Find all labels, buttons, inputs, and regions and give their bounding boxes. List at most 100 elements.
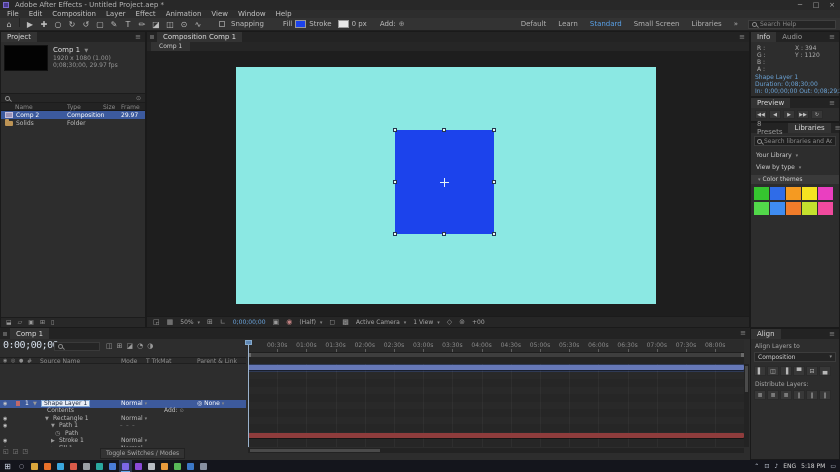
app-purple[interactable] [132,460,145,472]
selection-handle[interactable] [442,128,446,132]
project-flowchart-icon[interactable]: ⊙ [136,95,141,102]
color-theme-swatch[interactable] [786,187,801,200]
eye-icon[interactable]: ◉ [3,423,7,430]
selection-handle[interactable] [492,232,496,236]
hand-tool-icon[interactable]: ✚ [37,18,51,31]
mode-dropdown[interactable]: Normal ▾ [121,400,147,408]
distribute-top-icon[interactable]: ≣ [754,390,766,400]
fill-color-swatch[interactable] [295,20,307,28]
pixel-aspect-icon[interactable]: ◇ [447,318,452,326]
app-gray-3[interactable] [197,460,210,472]
color-theme-swatch[interactable] [770,202,785,215]
taskbar-search-icon[interactable]: ○ [15,463,28,470]
eye-icon[interactable]: ◉ [3,438,7,445]
interpret-footage-icon[interactable]: ⬓ [6,319,12,326]
motion-blur-icon[interactable]: ◑ [147,342,153,350]
add-property-button[interactable]: Add: ⊙ [164,407,184,415]
orbit-camera-tool-icon[interactable]: ↻ [65,18,79,31]
magnification-grid-icon[interactable]: ▦ [167,318,174,326]
tab-project[interactable]: Project [1,32,37,42]
align-right-icon[interactable]: ▐ [780,366,792,376]
expand-layer-pane-icon[interactable]: ◱ [3,448,9,455]
distribute-right-icon[interactable]: ∥ [819,390,831,400]
draft-3d-icon[interactable]: ⊞ [117,342,123,350]
color-theme-swatch[interactable] [754,202,769,215]
preview-comp-name[interactable]: Comp 1 ▼ [53,46,88,54]
align-horizontal-center-icon[interactable]: ◫ [767,366,779,376]
rotation-tool-icon[interactable]: ↺ [79,18,93,31]
panel-menu-icon[interactable]: ≡ [131,32,145,42]
panel-menu-icon[interactable]: ≡ [825,329,839,339]
tab-info[interactable]: Info [751,32,777,42]
workspace-tab-standard[interactable]: Standard [584,18,628,31]
horizontal-scrollbar[interactable] [248,448,744,453]
type-tool-icon[interactable]: T [121,18,135,31]
color-themes-section-header[interactable]: ▾ Color themes [751,175,839,184]
tab-timeline-comp1[interactable]: Comp 1 [10,328,50,339]
app-edge[interactable] [54,460,67,472]
color-theme-swatch[interactable] [770,187,785,200]
eraser-tool-icon[interactable]: ◫ [163,18,177,31]
workspace-tab-learn[interactable]: Learn [552,18,584,31]
twirl-icon[interactable]: ▼ [45,416,49,423]
distribute-vertical-center-icon[interactable]: ≣ [767,390,779,400]
timeline-row-stroke-1[interactable]: ◉ ▶ Stroke 1 Normal ▾ [0,437,246,446]
twirl-icon[interactable]: ▶ [51,446,55,448]
roto-brush-tool-icon[interactable]: ∿ [191,18,205,31]
panel-menu-icon[interactable]: ≡ [735,32,749,42]
exposure-value[interactable]: +00 [472,319,485,326]
help-search-input[interactable] [760,20,830,28]
libraries-search-box[interactable] [754,136,836,146]
menu-window[interactable]: Window [233,10,271,18]
workspace-tab-libraries[interactable]: Libraries [685,18,727,31]
new-composition-icon[interactable]: ▣ [28,319,34,326]
label-color-chip[interactable] [16,400,20,406]
add-shape-icon[interactable]: ⊕ [399,20,405,28]
snapping-checkbox[interactable] [219,21,225,27]
align-target-dropdown[interactable]: Composition ▾ [754,352,836,362]
close-button[interactable]: × [824,0,840,10]
col-type[interactable]: Type [67,104,81,111]
stroke-color-swatch[interactable] [337,20,349,28]
align-vertical-center-icon[interactable]: ⊟ [806,366,818,376]
time-ruler[interactable]: 00:30s 01:00s 01:30s 02:00s 02:30s 03:00s 03:3… [248,340,744,353]
hide-shy-layers-icon[interactable]: ◪ [127,342,134,350]
display-icon[interactable]: ⊡ [764,463,769,470]
current-time-indicator[interactable] [248,340,249,447]
viewer-tab-comp1[interactable]: Comp 1 [151,42,191,51]
shape-layer-rectangle[interactable] [393,128,496,236]
camera-dropdown[interactable]: Active Camera ▾ [356,319,406,326]
layer-duration-bar[interactable] [248,432,744,438]
always-preview-icon[interactable]: ◲ [153,318,160,326]
project-item-solids[interactable]: Solids Folder [1,119,145,127]
previous-frame-button[interactable]: ◀ [769,110,781,119]
menu-help[interactable]: Help [271,10,297,18]
color-theme-swatch[interactable] [754,187,769,200]
layer-name-input[interactable]: Shape Layer 1 [41,400,91,407]
mode-dropdown[interactable]: Normal ▾ [121,437,147,445]
app-gray-2[interactable] [145,460,158,472]
zoom-dropdown[interactable]: 50% ▾ [180,319,200,326]
clock[interactable]: 5:18 PM [801,463,825,470]
delete-item-icon[interactable]: ▯ [51,319,54,326]
vertical-scrollbar[interactable] [744,364,749,447]
pen-tool-icon[interactable]: ✎ [107,18,121,31]
composition-viewer[interactable] [147,51,749,316]
composition-mini-flowchart-icon[interactable]: ◫ [106,342,113,350]
snapshot-icon[interactable]: ▣ [273,318,280,326]
choose-grid-icon[interactable]: ⊞ [207,318,213,326]
home-icon[interactable]: ⌂ [2,18,16,31]
tray-expand-icon[interactable]: ⌃ [754,463,759,470]
timeline-row-path-1[interactable]: ◉ ▼ Path 1 – – – [0,422,246,431]
tab-align[interactable]: Align [751,329,781,339]
app-orange[interactable] [158,460,171,472]
view-layout-dropdown[interactable]: 1 View ▾ [413,319,439,326]
distribute-horizontal-center-icon[interactable]: ∥ [806,390,818,400]
maximize-button[interactable]: □ [808,0,824,10]
language-indicator[interactable]: ENG [783,463,796,470]
play-button[interactable]: ▶ [783,110,795,119]
parent-link-dropdown[interactable]: ◎ None ▾ [197,400,224,408]
your-library-dropdown[interactable]: Your Library ▾ [756,152,798,159]
mode-dropdown[interactable]: Normal ▾ [121,445,147,447]
stroke-width[interactable]: 0 px [352,20,367,28]
